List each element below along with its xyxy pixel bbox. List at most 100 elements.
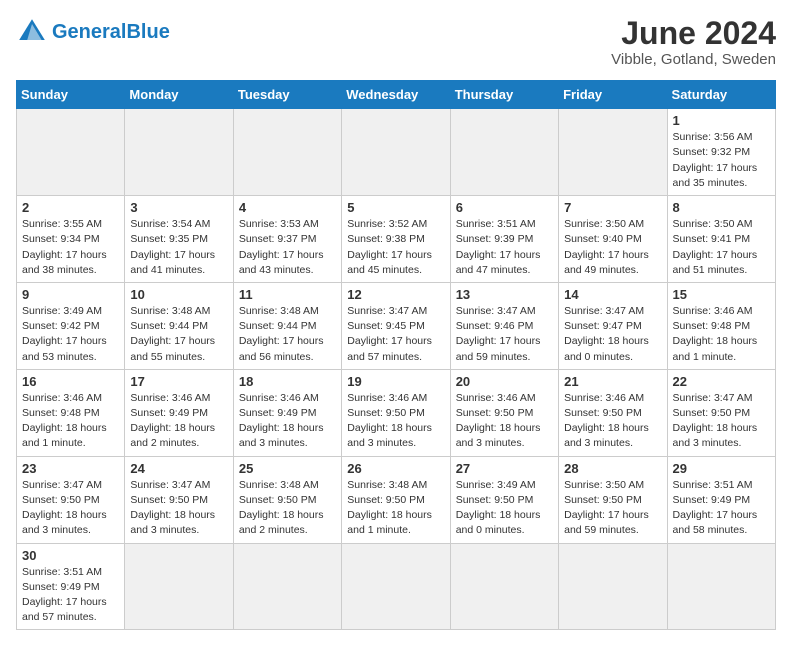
header-day-monday: Monday xyxy=(125,81,233,109)
day-cell: 29 Sunrise: 3:51 AM Sunset: 9:49 PM Dayli… xyxy=(667,456,775,543)
day-number: 21 xyxy=(564,374,661,389)
day-info: Sunrise: 3:46 AM Sunset: 9:50 PM Dayligh… xyxy=(347,391,444,452)
day-cell: 19Sunrise: 3:46 AM Sunset: 9:50 PM Dayli… xyxy=(342,369,450,456)
day-cell xyxy=(125,543,233,630)
day-cell: 7 Sunrise: 3:50 AM Sunset: 9:40 PM Daylig… xyxy=(559,196,667,283)
day-info: Sunrise: 3:46 AM Sunset: 9:50 PM Dayligh… xyxy=(456,391,553,452)
day-info: Sunrise: 3:49 AM Sunset: 9:50 PM Dayligh… xyxy=(456,478,553,539)
day-cell: 30Sunrise: 3:51 AM Sunset: 9:49 PM Dayli… xyxy=(17,543,125,630)
day-cell xyxy=(342,543,450,630)
day-number: 7 xyxy=(564,200,661,215)
day-cell: 13 Sunrise: 3:47 AM Sunset: 9:46 PM Dayli… xyxy=(450,282,558,369)
day-cell xyxy=(233,543,341,630)
day-cell: 8 Sunrise: 3:50 AM Sunset: 9:41 PM Daylig… xyxy=(667,196,775,283)
day-number: 10 xyxy=(130,287,227,302)
day-number: 27 xyxy=(456,461,553,476)
day-number: 14 xyxy=(564,287,661,302)
day-info: Sunrise: 3:46 AM Sunset: 9:48 PM Dayligh… xyxy=(22,391,119,452)
logo-icon xyxy=(16,16,48,48)
header-row: SundayMondayTuesdayWednesdayThursdayFrid… xyxy=(17,81,776,109)
month-title: June 2024 xyxy=(611,16,776,51)
day-cell: 17 Sunrise: 3:46 AM Sunset: 9:49 PM Dayli… xyxy=(125,369,233,456)
day-number: 8 xyxy=(673,200,770,215)
day-info: Sunrise: 3:48 AM Sunset: 9:44 PM Dayligh… xyxy=(130,304,227,365)
day-info: Sunrise: 3:51 AM Sunset: 9:49 PM Dayligh… xyxy=(673,478,770,539)
day-cell xyxy=(450,109,558,196)
day-cell: 28Sunrise: 3:50 AM Sunset: 9:50 PM Dayli… xyxy=(559,456,667,543)
day-number: 28 xyxy=(564,461,661,476)
day-info: Sunrise: 3:51 AM Sunset: 9:39 PM Dayligh… xyxy=(456,217,553,278)
day-info: Sunrise: 3:47 AM Sunset: 9:50 PM Dayligh… xyxy=(673,391,770,452)
day-number: 29 xyxy=(673,461,770,476)
page: GeneralBlue June 2024 Vibble, Gotland, S… xyxy=(0,0,792,646)
day-cell: 3Sunrise: 3:54 AM Sunset: 9:35 PM Daylig… xyxy=(125,196,233,283)
day-info: Sunrise: 3:55 AM Sunset: 9:34 PM Dayligh… xyxy=(22,217,119,278)
week-row-1: 2 Sunrise: 3:55 AM Sunset: 9:34 PM Daylig… xyxy=(17,196,776,283)
day-cell: 10 Sunrise: 3:48 AM Sunset: 9:44 PM Dayli… xyxy=(125,282,233,369)
day-info: Sunrise: 3:47 AM Sunset: 9:50 PM Dayligh… xyxy=(22,478,119,539)
day-number: 22 xyxy=(673,374,770,389)
day-cell: 9 Sunrise: 3:49 AM Sunset: 9:42 PM Daylig… xyxy=(17,282,125,369)
day-info: Sunrise: 3:46 AM Sunset: 9:49 PM Dayligh… xyxy=(130,391,227,452)
day-number: 17 xyxy=(130,374,227,389)
day-cell: 27 Sunrise: 3:49 AM Sunset: 9:50 PM Dayli… xyxy=(450,456,558,543)
day-info: Sunrise: 3:46 AM Sunset: 9:49 PM Dayligh… xyxy=(239,391,336,452)
week-row-0: 1Sunrise: 3:56 AM Sunset: 9:32 PM Daylig… xyxy=(17,109,776,196)
day-cell: 25 Sunrise: 3:48 AM Sunset: 9:50 PM Dayli… xyxy=(233,456,341,543)
day-info: Sunrise: 3:47 AM Sunset: 9:46 PM Dayligh… xyxy=(456,304,553,365)
day-number: 3 xyxy=(130,200,227,215)
day-info: Sunrise: 3:50 AM Sunset: 9:41 PM Dayligh… xyxy=(673,217,770,278)
day-number: 4 xyxy=(239,200,336,215)
day-info: Sunrise: 3:52 AM Sunset: 9:38 PM Dayligh… xyxy=(347,217,444,278)
day-number: 12 xyxy=(347,287,444,302)
day-info: Sunrise: 3:47 AM Sunset: 9:45 PM Dayligh… xyxy=(347,304,444,365)
day-number: 1 xyxy=(673,113,770,128)
day-number: 20 xyxy=(456,374,553,389)
day-number: 11 xyxy=(239,287,336,302)
day-cell xyxy=(667,543,775,630)
day-info: Sunrise: 3:49 AM Sunset: 9:42 PM Dayligh… xyxy=(22,304,119,365)
day-cell: 4Sunrise: 3:53 AM Sunset: 9:37 PM Daylig… xyxy=(233,196,341,283)
logo-text: GeneralBlue xyxy=(52,22,170,42)
day-cell xyxy=(233,109,341,196)
day-info: Sunrise: 3:46 AM Sunset: 9:50 PM Dayligh… xyxy=(564,391,661,452)
day-info: Sunrise: 3:50 AM Sunset: 9:40 PM Dayligh… xyxy=(564,217,661,278)
day-cell: 18Sunrise: 3:46 AM Sunset: 9:49 PM Dayli… xyxy=(233,369,341,456)
day-number: 9 xyxy=(22,287,119,302)
day-info: Sunrise: 3:48 AM Sunset: 9:50 PM Dayligh… xyxy=(347,478,444,539)
day-cell: 16 Sunrise: 3:46 AM Sunset: 9:48 PM Dayli… xyxy=(17,369,125,456)
day-cell: 5Sunrise: 3:52 AM Sunset: 9:38 PM Daylig… xyxy=(342,196,450,283)
day-number: 23 xyxy=(22,461,119,476)
calendar-table: SundayMondayTuesdayWednesdayThursdayFrid… xyxy=(16,80,776,630)
day-info: Sunrise: 3:47 AM Sunset: 9:47 PM Dayligh… xyxy=(564,304,661,365)
day-cell: 2 Sunrise: 3:55 AM Sunset: 9:34 PM Daylig… xyxy=(17,196,125,283)
day-cell: 24Sunrise: 3:47 AM Sunset: 9:50 PM Dayli… xyxy=(125,456,233,543)
day-cell: 15Sunrise: 3:46 AM Sunset: 9:48 PM Dayli… xyxy=(667,282,775,369)
day-number: 26 xyxy=(347,461,444,476)
logo-blue: Blue xyxy=(126,21,169,43)
day-number: 2 xyxy=(22,200,119,215)
header-day-saturday: Saturday xyxy=(667,81,775,109)
day-cell xyxy=(17,109,125,196)
header-day-tuesday: Tuesday xyxy=(233,81,341,109)
day-number: 13 xyxy=(456,287,553,302)
day-info: Sunrise: 3:48 AM Sunset: 9:44 PM Dayligh… xyxy=(239,304,336,365)
day-cell xyxy=(559,543,667,630)
day-number: 15 xyxy=(673,287,770,302)
day-number: 25 xyxy=(239,461,336,476)
header: GeneralBlue June 2024 Vibble, Gotland, S… xyxy=(16,16,776,68)
header-day-wednesday: Wednesday xyxy=(342,81,450,109)
day-cell xyxy=(450,543,558,630)
subtitle: Vibble, Gotland, Sweden xyxy=(611,51,776,68)
week-row-5: 30Sunrise: 3:51 AM Sunset: 9:49 PM Dayli… xyxy=(17,543,776,630)
day-info: Sunrise: 3:48 AM Sunset: 9:50 PM Dayligh… xyxy=(239,478,336,539)
header-day-friday: Friday xyxy=(559,81,667,109)
day-number: 16 xyxy=(22,374,119,389)
day-info: Sunrise: 3:51 AM Sunset: 9:49 PM Dayligh… xyxy=(22,565,119,626)
week-row-3: 16 Sunrise: 3:46 AM Sunset: 9:48 PM Dayli… xyxy=(17,369,776,456)
week-row-4: 23 Sunrise: 3:47 AM Sunset: 9:50 PM Dayli… xyxy=(17,456,776,543)
day-cell xyxy=(342,109,450,196)
header-day-sunday: Sunday xyxy=(17,81,125,109)
day-cell: 23 Sunrise: 3:47 AM Sunset: 9:50 PM Dayli… xyxy=(17,456,125,543)
logo: GeneralBlue xyxy=(16,16,170,48)
